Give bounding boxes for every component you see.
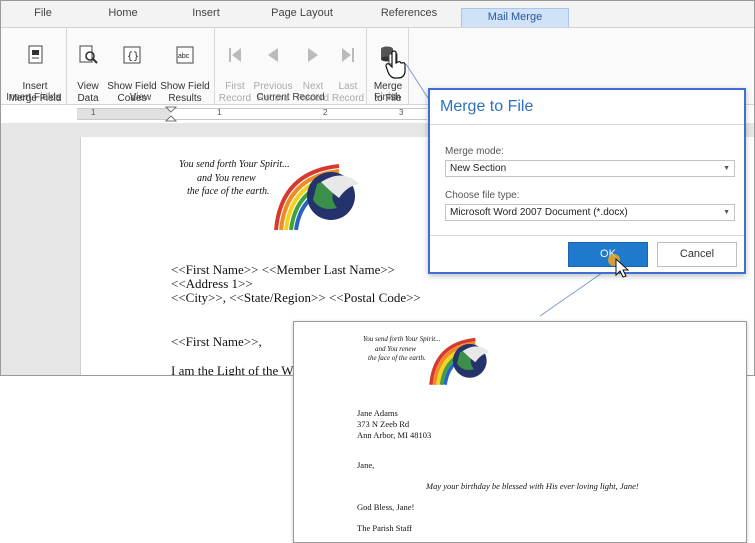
merge-to-file-dialog: Merge to File Merge mode: New Section ▼ … — [428, 88, 746, 278]
chevron-down-icon: ▼ — [723, 165, 730, 172]
cancel-button[interactable]: Cancel — [657, 242, 737, 267]
merge-mode-value: New Section — [450, 163, 507, 174]
preview-art-caption: and You renew — [375, 345, 417, 353]
hand-pointer-icon — [385, 50, 406, 79]
preview-art-caption: You send forth Your Spirit... — [363, 335, 441, 343]
file-type-label: Choose file type: — [445, 190, 520, 201]
file-type-select[interactable]: Microsoft Word 2007 Document (*.docx) ▼ — [445, 204, 735, 221]
preview-art-caption: the face of the earth. — [368, 354, 426, 362]
closing-line: God Bless, Jane! — [357, 502, 415, 512]
recipient-greeting: Jane, — [357, 460, 375, 470]
recipient-name: Jane Adams — [357, 408, 398, 418]
merge-mode-select[interactable]: New Section ▼ — [445, 160, 735, 177]
chevron-down-icon: ▼ — [723, 209, 730, 216]
signature-line: The Parish Staff — [357, 523, 413, 533]
dialog-title: Merge to File — [440, 98, 534, 115]
recipient-street: 373 N Zeeb Rd — [357, 419, 410, 429]
birthday-message: May your birthday be blessed with His ev… — [426, 481, 639, 491]
dialog-body: Merge mode: New Section ▼ Choose file ty… — [430, 124, 744, 236]
preview-art: You send forth Your Spirit... and You re… — [357, 331, 493, 386]
recipient-city-line: Ann Arbor, MI 48103 — [357, 430, 432, 440]
merge-mode-label: Merge mode: — [445, 146, 504, 157]
merged-document-preview: You send forth Your Spirit... and You re… — [293, 321, 747, 543]
file-type-value: Microsoft Word 2007 Document (*.docx) — [450, 207, 628, 218]
click-cursor-icon — [608, 254, 630, 278]
